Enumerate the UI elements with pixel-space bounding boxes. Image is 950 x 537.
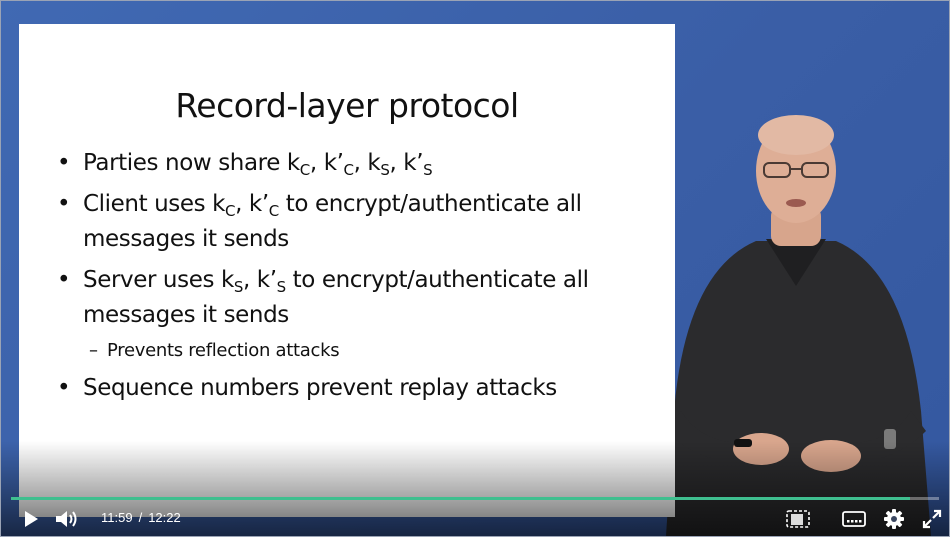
settings-button[interactable]: [879, 508, 909, 530]
picture-in-picture-button[interactable]: [783, 508, 813, 530]
control-bar: 11:59 / 12:22: [1, 504, 949, 534]
pip-icon: [786, 510, 810, 528]
play-icon: [25, 511, 38, 527]
time-separator: /: [138, 510, 143, 525]
captions-icon: [842, 511, 866, 527]
current-time: 11:59: [101, 510, 133, 525]
play-button[interactable]: [19, 508, 43, 530]
progress-fill: [11, 497, 911, 500]
fullscreen-icon: [922, 509, 942, 529]
video-player[interactable]: Record-layer protocol Parties now share …: [0, 0, 950, 537]
slide-bullet-list: Parties now share kC, k’C, kS, k’S Clien…: [55, 146, 665, 412]
fullscreen-button[interactable]: [919, 508, 945, 530]
settings-icon: [884, 509, 904, 529]
sub-bullet-reflection: Prevents reflection attacks: [55, 337, 665, 365]
bullet-shared-keys: Parties now share kC, k’C, kS, k’S: [55, 146, 665, 181]
volume-button[interactable]: [53, 508, 81, 530]
progress-bar[interactable]: [11, 497, 939, 500]
bullet-server-keys: Server uses kS, k’S to encrypt/authentic…: [55, 263, 665, 333]
captions-button[interactable]: [839, 508, 869, 530]
time-display: 11:59 / 12:22: [101, 510, 181, 525]
slide-title: Record-layer protocol: [175, 86, 519, 125]
bullet-client-keys: Client uses kC, k’C to encrypt/authentic…: [55, 187, 665, 257]
duration: 12:22: [148, 510, 181, 525]
volume-icon: [56, 511, 77, 527]
bullet-sequence-numbers: Sequence numbers prevent replay attacks: [55, 371, 665, 406]
